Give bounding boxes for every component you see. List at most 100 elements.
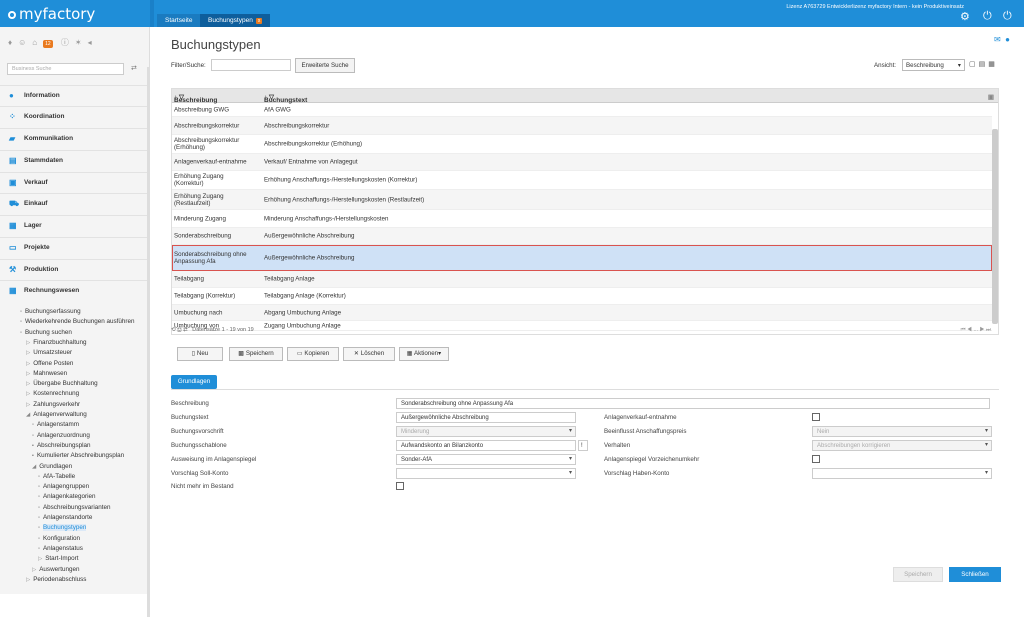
soll-konto-select[interactable]: ▾ (396, 468, 576, 479)
sidebar-scrollbar[interactable] (147, 67, 150, 617)
grid-footer-icons[interactable]: ⟲ ⎙ ⇄ (171, 327, 188, 333)
tree-item-afa-tabelle[interactable]: ▫ AfA-Tabelle (38, 473, 75, 480)
table-row[interactable]: Erhöhung Zugang (Restlaufzeit) Erhöhung A… (172, 190, 992, 210)
lookup-icon[interactable]: ! (578, 440, 588, 451)
tree-item-buchungserfassung[interactable]: ▫ Buchungserfassung (20, 308, 81, 315)
table-row[interactable]: Teilabgang (Korrektur) Teilabgang Anlage … (172, 288, 992, 305)
tree-item-offene-posten[interactable]: ▷ Offene Posten (26, 360, 73, 367)
tab-grundlagen[interactable]: Grundlagen (171, 375, 217, 389)
tree-item-mahnwesen[interactable]: ▷ Mahnwesen (26, 370, 67, 377)
table-row[interactable]: Erhöhung Zugang (Korrektur) Erhöhung Ansc… (172, 171, 992, 190)
nav-stammdaten[interactable]: ▤ Stammdaten (0, 150, 150, 171)
save-button[interactable]: ▩ Speichern (229, 347, 283, 361)
tree-item-grundlagen[interactable]: ◢ Grundlagen (32, 463, 72, 470)
extended-search-button[interactable]: Erweiterte Suche (295, 58, 355, 73)
verhalten-select[interactable]: Abschreibungen korrigieren ▾ (812, 440, 992, 451)
beschreibung-field[interactable]: Sonderabschreibung ohne Anpassung Afa (396, 398, 990, 409)
table-row-selected[interactable]: Sonderabschreibung ohne Anpassung Afa Auß… (172, 245, 992, 271)
tree-item-buchung-suchen[interactable]: ▫ Buchung suchen (20, 329, 72, 336)
collapse-icon[interactable]: ◂ (88, 38, 98, 47)
table-row[interactable]: Abschreibungskorrektur Abschreibungskorre… (172, 117, 992, 135)
delete-button[interactable]: ✕ Löschen (343, 347, 395, 361)
footer-save-button[interactable]: Speichern (893, 567, 943, 582)
help-icon[interactable]: ⓘ (61, 38, 75, 47)
list-view-icon[interactable]: ▢ (969, 61, 979, 68)
buchungsschablone-field[interactable]: Aufwandskonto an Bilanzkonto (396, 440, 576, 451)
view-select[interactable]: Beschreibung ▾ (902, 59, 965, 71)
tab-buchungstypen[interactable]: Buchungstypen x (200, 14, 271, 27)
filter-input[interactable] (211, 59, 291, 71)
tree-item-anlagenkategorien[interactable]: ▫ Anlagenkategorien (38, 493, 95, 500)
column-chooser-icon[interactable]: ▣ (988, 93, 994, 101)
beeinflusst-select[interactable]: Nein ▾ (812, 426, 992, 437)
tree-item-wiederkehrende-buchungen-ausführen[interactable]: ▫ Wiederkehrende Buchungen ausführen (20, 318, 135, 325)
actions-button[interactable]: ▦ Aktionen▾ (399, 347, 449, 361)
tree-item-abschreibungsplan[interactable]: ▪ Abschreibungsplan (32, 442, 91, 449)
pager[interactable]: ⏮ ◀ ... ▶ ⏭ (961, 327, 991, 334)
tree-item-konfiguration[interactable]: ▫ Konfiguration (38, 535, 80, 542)
column-header-beschreibung[interactable]: Beschreibung ↑ ▽ (174, 93, 217, 104)
table-row[interactable]: Teilabgang Teilabgang Anlage (172, 271, 992, 288)
tree-item-start-import[interactable]: ▷ Start-Import (38, 555, 78, 562)
nav-produktion[interactable]: ⚒ Produktion (0, 259, 150, 280)
nav-projekte[interactable]: ▭ Projekte (0, 237, 150, 258)
ausweisung-select[interactable]: Sonder-AfA ▾ (396, 454, 576, 465)
close-button[interactable]: Schließen (949, 567, 1001, 582)
settings-icon[interactable]: ⚙ (960, 10, 970, 23)
table-row[interactable]: Abschreibungskorrektur (Erhöhung) Abschre… (172, 135, 992, 154)
nav-einkauf[interactable]: ⛟ Einkauf (0, 193, 150, 214)
tree-item-auswertungen[interactable]: ▷ Auswertungen (32, 566, 80, 573)
tree-item-anlagenstatus[interactable]: ▫ Anlagenstatus (38, 545, 83, 552)
tree-item-periodenabschluss[interactable]: ▷ Periodenabschluss (26, 576, 86, 583)
mail-icon[interactable]: ✉ (994, 35, 1001, 44)
table-row[interactable]: Sonderabschreibung Außergewöhnliche Absch… (172, 228, 992, 245)
tab-close-icon[interactable]: x (255, 18, 263, 24)
nav-kommunikation[interactable]: ▰ Kommunikation (0, 128, 150, 149)
vorzeichenumkehr-checkbox[interactable] (812, 455, 820, 463)
pin-icon[interactable]: ♦ (8, 38, 18, 47)
nav-information[interactable]: ● Information (0, 85, 150, 106)
tree-item-anlagengruppen[interactable]: ▫ Anlagengruppen (38, 483, 89, 490)
table-row[interactable]: Anlagenverkauf-entnahme Verkauf/ Entnahme… (172, 154, 992, 171)
buchungstext-field[interactable]: Außergewöhnliche Abschreibung (396, 412, 576, 423)
tab-startseite[interactable]: Startseite (157, 14, 201, 27)
star-icon[interactable]: ✶ (75, 38, 88, 47)
detail-view-icon[interactable]: ▤ (979, 61, 989, 68)
nav-koordination[interactable]: ⁘ Koordination (0, 106, 150, 127)
tree-item-kostenrechnung[interactable]: ▷ Kostenrechnung (26, 390, 79, 397)
table-row[interactable]: Abschreibung GWG AfA GWG (172, 104, 992, 117)
notification-badge[interactable]: 12 (43, 40, 53, 48)
tree-item-abschreibungsvarianten[interactable]: ▫ Abschreibungsvarianten (38, 504, 111, 511)
column-header-buchungstext[interactable]: Buchungstext ↑ ▽ (264, 93, 307, 104)
tree-item-anlagenstandorte[interactable]: ▫ Anlagenstandorte (38, 514, 92, 521)
table-row[interactable]: Minderung Zugang Minderung Anschaffungs-/… (172, 210, 992, 228)
tree-item-übergabe-buchhaltung[interactable]: ▷ Übergabe Buchhaltung (26, 380, 98, 387)
app-logo[interactable]: myfactory (8, 5, 95, 23)
nav-lager[interactable]: ▦ Lager (0, 215, 150, 236)
home-icon[interactable]: ⌂ (32, 38, 43, 47)
buchungsvorschrift-select[interactable]: Minderung ▾ (396, 426, 576, 437)
user-icon[interactable]: ☺ (18, 38, 32, 47)
new-button[interactable]: ▯ Neu (177, 347, 223, 361)
grid-scrollbar[interactable] (992, 129, 998, 324)
business-search-input[interactable]: Business Suche (7, 63, 124, 75)
haben-konto-select[interactable]: ▾ (812, 468, 992, 479)
table-row[interactable]: Umbuchung nach Abgang Umbuchung Anlage (172, 305, 992, 321)
grid-view-icon[interactable]: ▦ (988, 61, 998, 68)
search-go-icon[interactable]: ⇄ (131, 64, 137, 72)
copy-button[interactable]: ▭ Kopieren (287, 347, 339, 361)
power-icon[interactable]: ⏻ (983, 10, 992, 23)
tree-item-zahlungsverkehr[interactable]: ▷ Zahlungsverkehr (26, 401, 80, 408)
tree-item-umsatzsteuer[interactable]: ▷ Umsatzsteuer (26, 349, 72, 356)
tree-item-anlagenstamm[interactable]: ▫ Anlagenstamm (32, 421, 79, 428)
logout-icon[interactable]: ⏻ (1003, 10, 1012, 23)
anlagenverkauf-checkbox[interactable] (812, 413, 820, 421)
tree-item-buchungstypen[interactable]: ▫ Buchungstypen (38, 524, 87, 532)
tree-item-kumulierter-abschreibungsplan[interactable]: ▪ Kumulierter Abschreibungsplan (32, 452, 124, 459)
help-circle-icon[interactable]: ● (1005, 35, 1010, 44)
tree-item-finanzbuchhaltung[interactable]: ▷ Finanzbuchhaltung (26, 339, 86, 346)
tree-item-anlagenzuordnung[interactable]: ▫ Anlagenzuordnung (32, 432, 90, 439)
nav-verkauf[interactable]: ▣ Verkauf (0, 172, 150, 193)
nicht-mehr-im-bestand-checkbox[interactable] (396, 482, 404, 490)
tree-item-anlagenverwaltung[interactable]: ◢ Anlagenverwaltung (26, 411, 87, 418)
